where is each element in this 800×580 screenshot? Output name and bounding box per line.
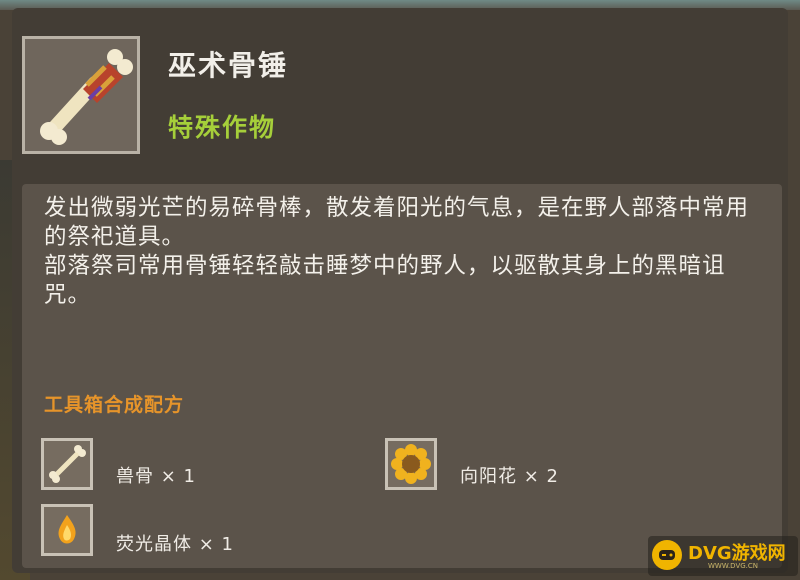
ingredient-slot-bone[interactable] [41,438,93,490]
ingredient-slot-sunflower[interactable] [385,438,437,490]
item-name: 巫术骨锤 [168,49,289,82]
recipe-title: 工具箱合成配方 [44,394,185,416]
ingredient-slot-glow-crystal[interactable] [41,504,93,556]
watermark-logo [652,540,682,570]
item-description: 发出微弱光芒的易碎骨棒，散发着阳光的气息，是在野人部落中常用的祭祀道具。 部落祭… [44,194,764,310]
watermark-subtext: WWW.DVG.CN [708,562,759,570]
item-icon-slot [22,36,140,154]
ingredient-label-sunflower: 向阳花 × 2 [460,466,559,487]
bone-hammer-icon [40,49,133,145]
glow-crystal-icon [58,515,76,544]
description-line-1: 发出微弱光芒的易碎骨棒，散发着阳光的气息，是在野人部落中常用的祭祀道具。 [44,195,750,250]
ingredient-label-glow-crystal: 荧光晶体 × 1 [116,534,234,555]
sunflower-icon [391,444,431,484]
bone-icon [49,445,86,483]
description-line-2: 部落祭司常用骨锤轻轻敲击睡梦中的野人，以驱散其身上的黑暗诅咒。 [44,253,726,308]
ingredient-label-bone: 兽骨 × 1 [116,466,196,487]
item-type: 特殊作物 [168,113,277,142]
gamepad-icon [659,550,675,560]
